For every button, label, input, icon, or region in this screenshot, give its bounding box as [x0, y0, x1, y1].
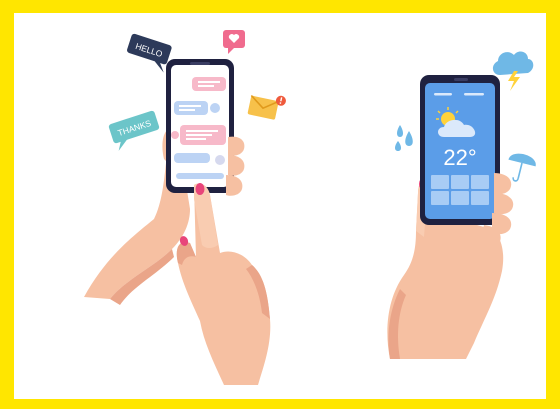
illustration-svg: HELLO THANKS 22° [84, 30, 536, 385]
chat-message-received [174, 101, 208, 115]
chat-phone [166, 59, 234, 193]
illustration-canvas: HELLO THANKS 22° [14, 13, 546, 399]
left-scene: HELLO THANKS [84, 30, 286, 385]
hello-bubble: HELLO [127, 33, 172, 73]
chat-message-sent [192, 77, 226, 91]
rain-drops-icon [395, 125, 413, 151]
left-hand-fingers [226, 136, 245, 196]
left-pointing-hand [176, 183, 271, 385]
heart-icon [223, 30, 245, 54]
yellow-frame: HELLO THANKS 22° [0, 0, 560, 409]
mail-icon [247, 94, 286, 120]
right-scene: 22° [387, 51, 536, 359]
weather-phone: 22° [420, 75, 500, 225]
chat-message-received [174, 153, 210, 163]
thanks-bubble: THANKS [108, 110, 160, 151]
temperature-label: 22° [443, 145, 476, 170]
chat-input-bar [176, 173, 224, 179]
